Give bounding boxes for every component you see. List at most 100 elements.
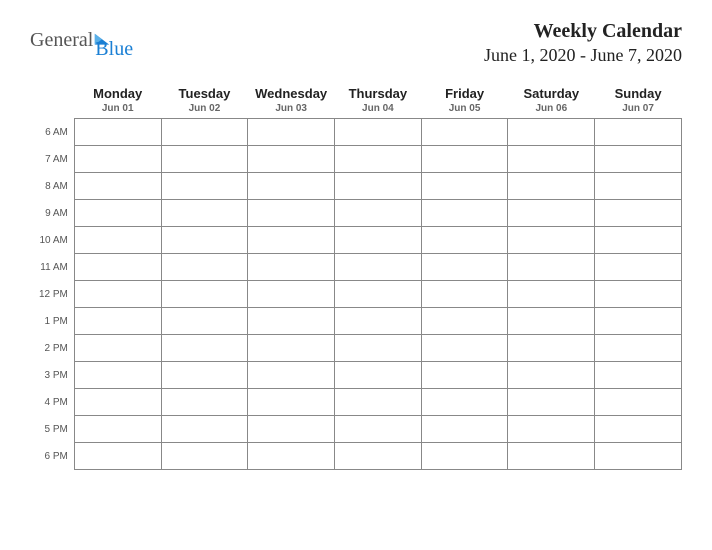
- calendar-cell: [421, 389, 508, 416]
- calendar-cell: [595, 416, 682, 443]
- calendar-cell: [595, 146, 682, 173]
- calendar-cell: [335, 173, 422, 200]
- calendar-cell: [595, 200, 682, 227]
- calendar-cell: [248, 389, 335, 416]
- hour-row: 9 AM: [30, 200, 682, 227]
- calendar-cell: [248, 416, 335, 443]
- day-name: Monday: [74, 86, 161, 101]
- calendar-cell: [508, 443, 595, 470]
- day-header-tuesday: Tuesday Jun 02: [161, 86, 248, 119]
- hour-label: 1 PM: [30, 308, 74, 335]
- day-name: Thursday: [335, 86, 422, 101]
- hour-label: 6 PM: [30, 443, 74, 470]
- calendar-cell: [248, 362, 335, 389]
- logo: General Blue: [30, 20, 133, 61]
- logo-text-blue: Blue: [95, 38, 133, 60]
- hour-label: 9 AM: [30, 200, 74, 227]
- calendar-cell: [161, 173, 248, 200]
- day-name: Saturday: [508, 86, 595, 101]
- calendar-cell: [161, 146, 248, 173]
- calendar-cell: [421, 200, 508, 227]
- calendar-cell: [421, 308, 508, 335]
- calendar-cell: [161, 227, 248, 254]
- hour-row: 11 AM: [30, 254, 682, 281]
- calendar-cell: [508, 389, 595, 416]
- logo-text-general: General: [30, 29, 93, 52]
- calendar-cell: [335, 200, 422, 227]
- hour-row: 2 PM: [30, 335, 682, 362]
- calendar-cell: [74, 119, 161, 146]
- hour-label: 10 AM: [30, 227, 74, 254]
- calendar-cell: [248, 146, 335, 173]
- day-name: Wednesday: [248, 86, 335, 101]
- calendar-cell: [74, 389, 161, 416]
- calendar-cell: [421, 146, 508, 173]
- calendar-cell: [74, 362, 161, 389]
- day-header-row: Monday Jun 01 Tuesday Jun 02 Wednesday J…: [30, 86, 682, 119]
- calendar-cell: [508, 146, 595, 173]
- day-date: Jun 04: [335, 103, 422, 114]
- hour-label: 11 AM: [30, 254, 74, 281]
- day-name: Tuesday: [161, 86, 248, 101]
- calendar-cell: [248, 173, 335, 200]
- calendar-cell: [421, 254, 508, 281]
- calendar-cell: [335, 254, 422, 281]
- hour-label: 5 PM: [30, 416, 74, 443]
- calendar-cell: [335, 443, 422, 470]
- calendar-cell: [74, 308, 161, 335]
- calendar-cell: [335, 308, 422, 335]
- calendar-cell: [595, 335, 682, 362]
- hour-row: 8 AM: [30, 173, 682, 200]
- calendar-cell: [335, 362, 422, 389]
- title-block: Weekly Calendar June 1, 2020 - June 7, 2…: [484, 20, 682, 66]
- calendar-cell: [248, 335, 335, 362]
- calendar-cell: [421, 119, 508, 146]
- hour-row: 10 AM: [30, 227, 682, 254]
- calendar-cell: [161, 254, 248, 281]
- calendar-cell: [595, 173, 682, 200]
- calendar-cell: [248, 200, 335, 227]
- calendar-cell: [595, 281, 682, 308]
- day-date: Jun 06: [508, 103, 595, 114]
- calendar-cell: [335, 389, 422, 416]
- calendar-grid: Monday Jun 01 Tuesday Jun 02 Wednesday J…: [30, 86, 682, 470]
- date-range: June 1, 2020 - June 7, 2020: [484, 45, 682, 66]
- day-header-friday: Friday Jun 05: [421, 86, 508, 119]
- calendar-cell: [161, 200, 248, 227]
- calendar-cell: [161, 119, 248, 146]
- calendar-cell: [74, 335, 161, 362]
- calendar-cell: [595, 362, 682, 389]
- day-header-monday: Monday Jun 01: [74, 86, 161, 119]
- header: General Blue Weekly Calendar June 1, 202…: [30, 20, 682, 66]
- calendar-cell: [421, 227, 508, 254]
- hour-row: 1 PM: [30, 308, 682, 335]
- day-name: Friday: [421, 86, 508, 101]
- calendar-cell: [248, 281, 335, 308]
- calendar-cell: [161, 389, 248, 416]
- hour-row: 6 PM: [30, 443, 682, 470]
- calendar-cell: [335, 335, 422, 362]
- hour-row: 12 PM: [30, 281, 682, 308]
- calendar-cell: [161, 443, 248, 470]
- day-header-wednesday: Wednesday Jun 03: [248, 86, 335, 119]
- calendar-cell: [74, 146, 161, 173]
- day-date: Jun 02: [161, 103, 248, 114]
- hour-label: 8 AM: [30, 173, 74, 200]
- calendar-cell: [161, 362, 248, 389]
- calendar-cell: [248, 227, 335, 254]
- calendar-cell: [508, 227, 595, 254]
- calendar-cell: [508, 281, 595, 308]
- calendar-cell: [595, 119, 682, 146]
- calendar-cell: [508, 335, 595, 362]
- calendar-cell: [335, 227, 422, 254]
- calendar-cell: [421, 443, 508, 470]
- calendar-cell: [508, 119, 595, 146]
- calendar-cell: [595, 254, 682, 281]
- day-header-sunday: Sunday Jun 07: [595, 86, 682, 119]
- day-date: Jun 05: [421, 103, 508, 114]
- hour-label: 12 PM: [30, 281, 74, 308]
- calendar-cell: [74, 200, 161, 227]
- calendar-cell: [421, 362, 508, 389]
- day-name: Sunday: [595, 86, 682, 101]
- hour-label: 4 PM: [30, 389, 74, 416]
